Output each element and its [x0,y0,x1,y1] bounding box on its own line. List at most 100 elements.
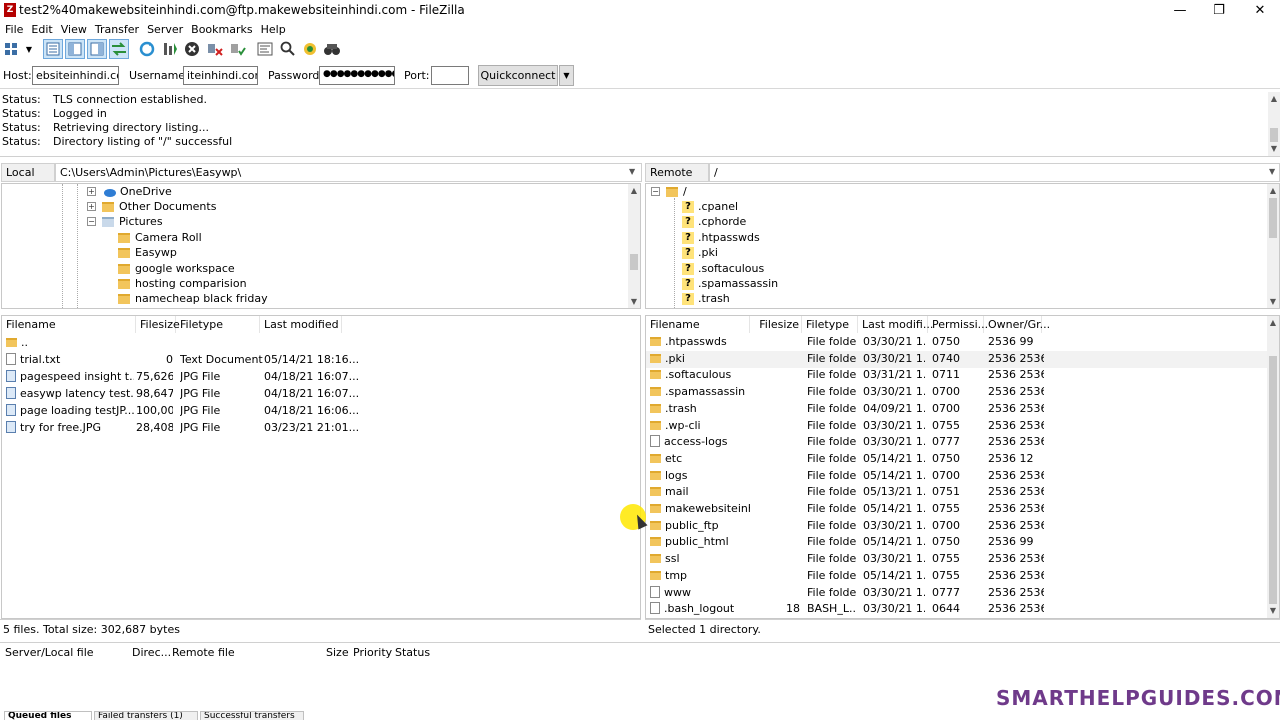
table-row[interactable]: try for free.JPG 28,408 JPG File 03/23/2… [2,419,640,436]
table-row[interactable]: public_html File folder 05/14/21 1... 0750 2… [646,534,1279,551]
table-row[interactable]: .bash_logout 18 BASH_L... 03/30/21 1... 0644… [646,601,1279,618]
tree-item[interactable]: ? .cphorde [682,214,746,229]
table-row[interactable]: .. [2,334,640,351]
table-row[interactable]: ssl File folder 03/30/21 1... 0755 2536 2536 [646,551,1279,568]
table-row[interactable]: .softaculous File folder 03/31/21 1... 0711… [646,367,1279,384]
disconnect-icon[interactable] [205,39,225,59]
table-row[interactable]: mail File folder 05/13/21 1... 0751 2536 253… [646,484,1279,501]
tree-item[interactable]: ? .spamassassin [682,276,778,291]
table-row[interactable]: tmp File folder 05/14/21 1... 0755 2536 2536 [646,568,1279,585]
column-header-filename[interactable]: Filename [646,316,750,333]
table-row[interactable]: www File folder 03/30/21 1... 0777 2536 2536 [646,585,1279,602]
tab-failed-transfers[interactable]: Failed transfers (1) [94,711,198,720]
table-row[interactable]: .pki File folder 03/30/21 1... 0740 2536 253… [646,350,1279,368]
tree-item[interactable]: ? .trash [682,291,730,306]
cancel-icon[interactable] [182,39,202,59]
quickconnect-button[interactable]: Quickconnect [478,65,558,86]
queue-header-status[interactable]: Status [395,646,430,659]
directory-listing-filter-icon[interactable] [255,39,275,59]
table-row[interactable]: .spamassassin File folder 03/30/21 1... 070… [646,384,1279,401]
queue-header-server-local[interactable]: Server/Local file [5,646,94,659]
chevron-down-icon[interactable]: ▼ [1269,167,1275,176]
chevron-down-icon[interactable]: ▼ [23,39,35,59]
reconnect-icon[interactable] [228,39,248,59]
log-line: Status: Logged in [2,107,107,120]
table-row[interactable]: makewebsiteinhi... File folder 05/14/21 1.… [646,501,1279,518]
menu-server[interactable]: Server [147,23,183,36]
menu-bookmarks[interactable]: Bookmarks [191,23,252,36]
site-manager-icon[interactable] [3,39,23,59]
toggle-local-tree-icon[interactable] [65,39,85,59]
table-row[interactable]: .trash File folder 04/09/21 1... 0700 2536 2… [646,401,1279,418]
table-row[interactable]: easywp latency test... 98,647 JPG File 0… [2,385,640,402]
remote-list-scrollbar[interactable]: ▲ ▼ [1267,316,1279,618]
sync-browsing-icon[interactable] [300,39,320,59]
tree-item[interactable]: − / [651,184,687,199]
tree-item[interactable]: ? .cpanel [682,199,738,214]
tree-item[interactable]: Easywp [118,245,177,260]
host-input[interactable]: ebsiteinhindi.com [32,66,119,85]
column-header-filetype[interactable]: Filetype [802,316,858,333]
process-queue-icon[interactable] [160,39,180,59]
remote-tree-scrollbar[interactable]: ▲ ▼ [1267,184,1279,308]
tree-item[interactable]: Camera Roll [118,230,202,245]
table-row[interactable]: trial.txt 0 Text Document 05/14/21 18:16… [2,351,640,368]
tree-item[interactable]: ? .htpasswds [682,230,760,245]
tab-queued-files[interactable]: Queued files [4,711,92,720]
tree-item[interactable]: ? .softaculous [682,261,764,276]
column-header-filesize[interactable]: Filesize [750,316,802,333]
table-row[interactable]: access-logs File folder 03/30/21 1... 0777 2… [646,434,1279,451]
tree-item[interactable]: hosting comparision [118,276,247,291]
toggle-queue-icon[interactable] [109,39,129,59]
tree-item[interactable]: − Pictures [87,214,163,229]
tree-item[interactable]: + Other Documents [87,199,216,214]
table-row[interactable]: public_ftp File folder 03/30/21 1... 0700 25… [646,518,1279,535]
menu-view[interactable]: View [61,23,87,36]
chevron-down-icon[interactable]: ▼ [559,65,574,86]
local-tree-scrollbar[interactable]: ▲ ▼ [628,184,640,308]
local-site-path[interactable]: C:\Users\Admin\Pictures\Easywp\ [55,163,642,182]
queue-header-remote-file[interactable]: Remote file [172,646,235,659]
tab-successful-transfers[interactable]: Successful transfers [200,711,304,720]
find-files-icon[interactable] [322,39,342,59]
table-cell: File folder [807,502,857,515]
column-header-filesize[interactable]: Filesize [136,316,180,333]
column-header-owner-group[interactable]: Owner/Gr... [984,316,1050,333]
remote-site-path[interactable]: / [709,163,1280,182]
table-row[interactable]: .wp-cli File folder 03/30/21 1... 0755 2536 … [646,418,1279,435]
tree-item[interactable]: namecheap black friday [118,291,268,306]
queue-header-priority[interactable]: Priority [353,646,392,659]
tree-item[interactable]: ? .pki [682,245,718,260]
table-row[interactable]: pagespeed insight t... 75,626 JPG File 0… [2,368,640,385]
table-row[interactable]: etc File folder 05/14/21 1... 0750 2536 12 [646,451,1279,468]
table-row[interactable]: page loading testJP... 100,006 JPG File … [2,402,640,419]
table-row[interactable]: logs File folder 05/14/21 1... 0700 2536 253… [646,468,1279,485]
menu-transfer[interactable]: Transfer [95,23,139,36]
close-icon[interactable]: ✕ [1237,0,1280,21]
column-header-permissions[interactable]: Permissi... [928,316,988,333]
restore-icon[interactable]: ❐ [1196,0,1242,21]
column-header-filetype[interactable]: Filetype [176,316,260,333]
toggle-remote-tree-icon[interactable] [87,39,107,59]
menu-help[interactable]: Help [261,23,286,36]
table-row[interactable]: .htpasswds File folder 03/30/21 1... 0750 25… [646,334,1279,351]
username-input[interactable]: iteinhindi.com [183,66,258,85]
tree-item[interactable]: + OneDrive [87,184,172,199]
port-input[interactable] [431,66,469,85]
table-cell: 2536 2536 [988,602,1044,616]
watermark: SMARTHELPGUIDES.COM [996,686,1280,710]
column-header-last-modified[interactable]: Last modified [260,316,342,333]
refresh-icon[interactable] [137,39,157,59]
log-scrollbar[interactable]: ▲ ▼ [1268,92,1280,156]
tree-item[interactable]: google workspace [118,261,235,276]
toggle-log-icon[interactable] [43,39,63,59]
column-header-filename[interactable]: Filename [2,316,136,333]
search-icon[interactable] [278,39,298,59]
menu-file[interactable]: File [5,23,23,36]
chevron-down-icon[interactable]: ▼ [629,167,635,176]
queue-header-size[interactable]: Size [326,646,349,659]
menu-edit[interactable]: Edit [31,23,52,36]
queue-header-direction[interactable]: Direc... [132,646,171,659]
password-input[interactable]: ●●●●●●●●●●● [319,66,395,85]
column-header-last-modified[interactable]: Last modifi... [858,316,933,333]
